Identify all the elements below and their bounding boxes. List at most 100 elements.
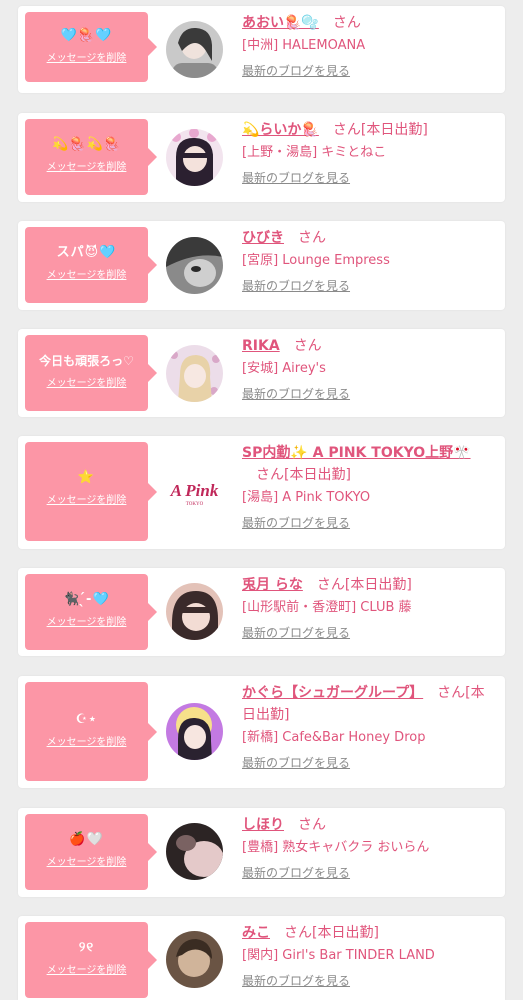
- latest-blog-link[interactable]: 最新のブログを見る: [242, 385, 350, 402]
- avatar[interactable]: [166, 583, 223, 640]
- attendance-status: [本日出勤]: [284, 467, 351, 483]
- latest-blog-link[interactable]: 最新のブログを見る: [242, 972, 350, 989]
- name-line: しほり さん: [242, 814, 497, 836]
- favorite-card: ☪︎⋆ メッセージを削除 かぐら【シュガーグループ】 さん[本日出勤] [新橋] …: [18, 676, 505, 788]
- latest-blog-link[interactable]: 最新のブログを見る: [242, 754, 350, 771]
- shop-name: [湯島] A Pink TOKYO: [242, 490, 371, 505]
- name-line: あおい🪼🫧 さん: [242, 12, 497, 34]
- name-line: ひびき さん: [242, 227, 497, 249]
- message-bubble: 🐈‍⬛‪‪ ̖́-🩵 メッセージを削除: [25, 574, 157, 650]
- san-label: さん: [316, 577, 345, 593]
- favorite-card: 🩵🪼🩵 メッセージを削除 あおい🪼🫧 さん [中洲] HALEMOANA 最新のブ…: [18, 6, 505, 93]
- delete-message-link[interactable]: メッセージを削除: [47, 49, 127, 64]
- message-text: 🍎🤍: [69, 832, 104, 847]
- message-text: 🐈‍⬛‪‪ ̖́-🩵: [63, 592, 110, 607]
- shop-name: [豊橋] 熟女キャバクラ おいらん: [242, 840, 430, 855]
- delete-message-link[interactable]: メッセージを削除: [47, 158, 127, 173]
- cast-name-link[interactable]: みこ: [242, 925, 270, 941]
- avatar[interactable]: [166, 21, 223, 78]
- favorite-info: 💫らいか🪼 さん[本日出勤] [上野・湯島] キミとねこ 最新のブログを見る: [242, 119, 497, 186]
- avatar[interactable]: [166, 129, 223, 186]
- latest-blog-link[interactable]: 最新のブログを見る: [242, 62, 350, 79]
- delete-message-link[interactable]: メッセージを削除: [47, 733, 127, 748]
- cast-name-link[interactable]: 兎月 らな: [242, 577, 303, 593]
- san-label: さん: [256, 467, 284, 483]
- message-bubble: スパ😈🩵 メッセージを削除: [25, 227, 157, 303]
- message-bubble: 今日も頑張ろっ♡ メッセージを削除: [25, 335, 157, 411]
- name-line: 💫らいか🪼 さん[本日出勤]: [242, 119, 497, 141]
- latest-blog-link[interactable]: 最新のブログを見る: [242, 514, 350, 531]
- favorite-card: 🍎🤍 メッセージを削除 しほり さん [豊橋] 熟女キャバクラ おいらん 最新のブ…: [18, 808, 505, 897]
- latest-blog-link[interactable]: 最新のブログを見る: [242, 624, 350, 641]
- avatar[interactable]: [166, 823, 223, 880]
- cast-name-link[interactable]: RIKA: [242, 338, 280, 354]
- san-label: さん: [437, 685, 466, 701]
- attendance-status: [本日出勤]: [344, 577, 412, 593]
- favorite-card: 🐈‍⬛‪‪ ̖́-🩵 メッセージを削除 兎月 らな さん[本日出勤] [山形駅前・…: [18, 568, 505, 656]
- favorite-card: ⭐ メッセージを削除 A Pink TOKYO SP内勤✨ A PINK TOK…: [18, 436, 505, 549]
- san-label: さん: [332, 122, 361, 138]
- san-label: さん: [284, 925, 312, 941]
- avatar[interactable]: [166, 703, 223, 760]
- avatar[interactable]: [166, 237, 223, 294]
- latest-blog-link[interactable]: 最新のブログを見る: [242, 864, 350, 881]
- latest-blog-link[interactable]: 最新のブログを見る: [242, 169, 350, 186]
- favorite-info: SP内勤✨ A PINK TOKYO上野🎌 さん[本日出勤] [湯島] A Pin…: [242, 442, 497, 531]
- message-text: 🩵🪼🩵: [60, 28, 113, 43]
- delete-message-link[interactable]: メッセージを削除: [47, 374, 127, 389]
- san-label: さん: [332, 15, 361, 31]
- svg-text:TOKYO: TOKYO: [186, 502, 204, 507]
- shop-name: [上野・湯島] キミとねこ: [242, 145, 387, 160]
- cast-name-link[interactable]: しほり: [242, 817, 284, 833]
- message-bubble: ☪︎⋆ メッセージを削除: [25, 682, 157, 781]
- message-bubble: ୨୧ メッセージを削除: [25, 922, 157, 998]
- favorite-card: 💫🪼💫🪼 メッセージを削除 💫らいか🪼 さん[本日出勤] [上野・湯島] キミとね…: [18, 113, 505, 202]
- favorite-card: 今日も頑張ろっ♡ メッセージを削除 RIKA さん [安城] Airey's 最新…: [18, 329, 505, 417]
- cast-name-link[interactable]: 💫らいか🪼: [242, 122, 319, 138]
- name-line: みこ さん[本日出勤]: [242, 922, 497, 944]
- message-text: ⭐: [77, 470, 96, 485]
- message-text: スパ😈🩵: [56, 245, 117, 260]
- favorite-card: スパ😈🩵 メッセージを削除 ひびき さん [宮原] Lounge Empress …: [18, 221, 505, 310]
- shop-name: [安城] Airey's: [242, 361, 326, 376]
- message-text: ☪︎⋆: [75, 712, 98, 727]
- avatar[interactable]: [166, 345, 223, 402]
- shop-name: [宮原] Lounge Empress: [242, 253, 390, 268]
- delete-message-link[interactable]: メッセージを削除: [47, 491, 127, 506]
- shop-name: [中洲] HALEMOANA: [242, 38, 366, 53]
- cast-name-link[interactable]: あおい🪼🫧: [242, 15, 319, 31]
- name-line: SP内勤✨ A PINK TOKYO上野🎌 さん[本日出勤]: [242, 442, 497, 486]
- san-label: さん: [298, 230, 326, 246]
- message-bubble: 💫🪼💫🪼 メッセージを削除: [25, 119, 157, 195]
- cast-name-link[interactable]: かぐら【シュガーグループ】: [242, 685, 423, 701]
- message-bubble: 🍎🤍 メッセージを削除: [25, 814, 157, 890]
- favorite-info: ひびき さん [宮原] Lounge Empress 最新のブログを見る: [242, 227, 497, 294]
- avatar[interactable]: A Pink TOKYO: [166, 464, 223, 521]
- shop-name: [関内] Girl's Bar TINDER LAND: [242, 948, 435, 963]
- san-label: さん: [293, 338, 322, 354]
- shop-name: [新橋] Cafe&Bar Honey Drop: [242, 730, 426, 745]
- delete-message-link[interactable]: メッセージを削除: [47, 961, 127, 976]
- avatar[interactable]: [166, 931, 223, 988]
- attendance-status: [本日出勤]: [312, 925, 379, 941]
- delete-message-link[interactable]: メッセージを削除: [47, 266, 127, 281]
- name-line: かぐら【シュガーグループ】 さん[本日出勤]: [242, 682, 497, 726]
- favorite-info: みこ さん[本日出勤] [関内] Girl's Bar TINDER LAND 最…: [242, 922, 497, 989]
- message-text: 今日も頑張ろっ♡: [39, 354, 134, 368]
- cast-name-link[interactable]: ひびき: [242, 230, 284, 246]
- delete-message-link[interactable]: メッセージを削除: [47, 613, 127, 628]
- favorite-info: 兎月 らな さん[本日出勤] [山形駅前・香澄町] CLUB 藤 最新のブログを見…: [242, 574, 497, 641]
- message-text: 💫🪼💫🪼: [52, 137, 121, 152]
- latest-blog-link[interactable]: 最新のブログを見る: [242, 277, 350, 294]
- favorite-info: あおい🪼🫧 さん [中洲] HALEMOANA 最新のブログを見る: [242, 12, 497, 79]
- favorite-info: かぐら【シュガーグループ】 さん[本日出勤] [新橋] Cafe&Bar Hone…: [242, 682, 497, 771]
- delete-message-link[interactable]: メッセージを削除: [47, 853, 127, 868]
- svg-text:A Pink: A Pink: [170, 481, 219, 500]
- cast-name-link[interactable]: SP内勤✨ A PINK TOKYO上野🎌: [242, 445, 471, 461]
- favorites-list: 🩵🪼🩵 メッセージを削除 あおい🪼🫧 さん [中洲] HALEMOANA 最新のブ…: [0, 0, 523, 1000]
- name-line: 兎月 らな さん[本日出勤]: [242, 574, 497, 596]
- favorite-card: ୨୧ メッセージを削除 みこ さん[本日出勤] [関内] Girl's Bar T…: [18, 916, 505, 1000]
- message-bubble: 🩵🪼🩵 メッセージを削除: [25, 12, 157, 82]
- message-text: ୨୧: [78, 940, 95, 955]
- message-bubble: ⭐ メッセージを削除: [25, 442, 157, 541]
